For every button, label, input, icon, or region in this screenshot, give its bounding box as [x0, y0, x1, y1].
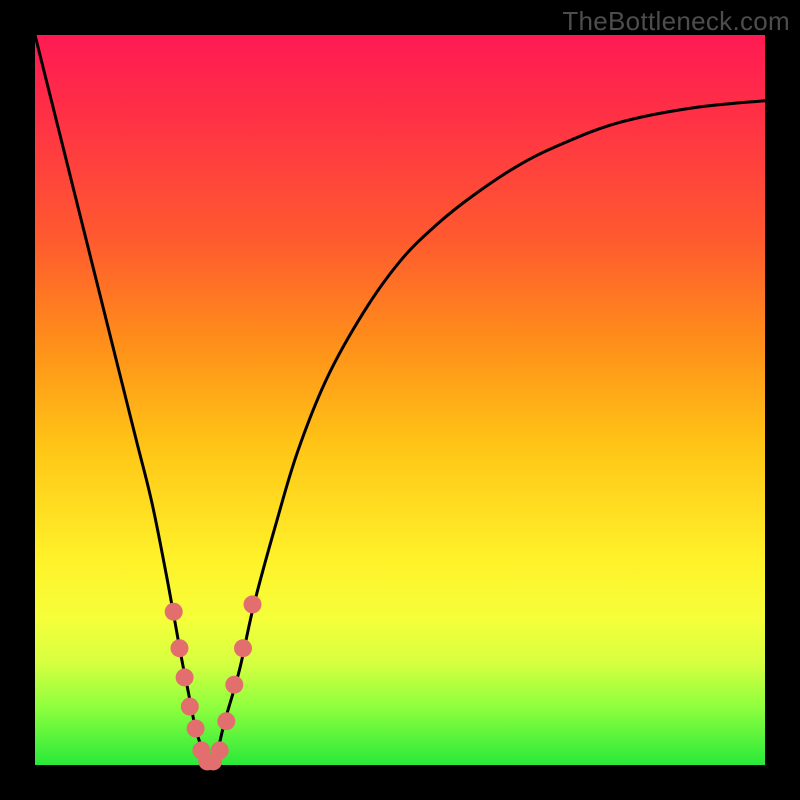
marker-dot [244, 595, 262, 613]
bottleneck-curve [35, 35, 765, 765]
marker-dot [225, 676, 243, 694]
marker-dot [171, 639, 189, 657]
curve-svg [35, 35, 765, 765]
chart-frame: TheBottleneck.com [0, 0, 800, 800]
marker-dot [187, 720, 205, 738]
marker-dot [181, 698, 199, 716]
watermark-text: TheBottleneck.com [562, 6, 790, 37]
marker-dot [176, 668, 194, 686]
marker-dot [211, 741, 229, 759]
marker-dot [234, 639, 252, 657]
plot-area [35, 35, 765, 765]
curve-markers [165, 595, 262, 770]
marker-dot [217, 712, 235, 730]
marker-dot [165, 603, 183, 621]
curve-path [35, 35, 765, 765]
